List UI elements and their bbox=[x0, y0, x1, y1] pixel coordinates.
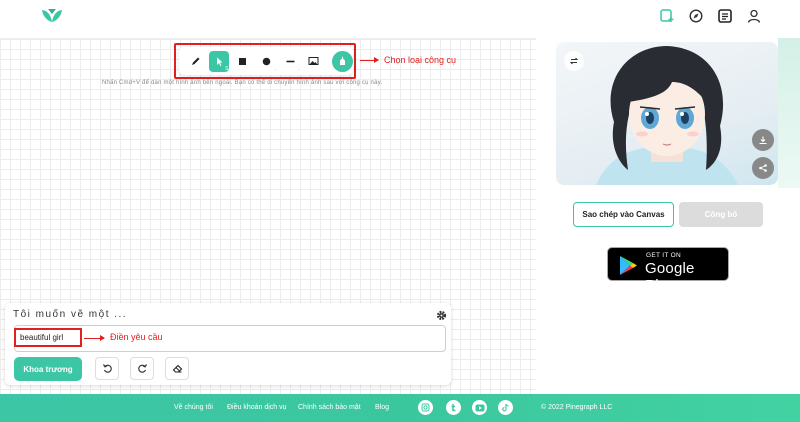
circle-tool[interactable]: . bbox=[256, 51, 277, 72]
footer: Về chúng tôi Điều khoản dịch vụ Chính sá… bbox=[0, 394, 800, 422]
generated-image-preview bbox=[556, 42, 778, 185]
swap-icon bbox=[569, 57, 579, 65]
toolbar-annotation: Chọn loại công cụ bbox=[384, 55, 457, 65]
generate-button[interactable]: Khoa trương bbox=[14, 357, 82, 381]
copyright: © 2022 Pinegraph LLC bbox=[541, 404, 613, 411]
tiktok-icon[interactable] bbox=[498, 400, 513, 415]
anime-girl-image bbox=[596, 46, 738, 185]
circle-tool-shortcut: . bbox=[274, 65, 276, 72]
swap-button[interactable] bbox=[564, 51, 584, 71]
download-button[interactable] bbox=[752, 129, 774, 151]
user-icon[interactable] bbox=[746, 8, 762, 24]
redo-button[interactable] bbox=[130, 357, 154, 380]
prompt-input-value: beautiful girl bbox=[20, 333, 64, 342]
instagram-icon[interactable] bbox=[418, 400, 433, 415]
footer-link-terms[interactable]: Điều khoản dịch vụ bbox=[227, 404, 287, 411]
redo-icon bbox=[137, 364, 147, 373]
prompt-title: Tôi muốn vẽ một ... bbox=[13, 309, 128, 320]
side-decoration bbox=[778, 38, 800, 188]
line-tool[interactable]: . bbox=[280, 51, 301, 72]
footer-link-privacy[interactable]: Chính sách bảo mật bbox=[298, 404, 361, 411]
footer-link-blog[interactable]: Blog bbox=[375, 404, 389, 411]
undo-button[interactable] bbox=[95, 357, 119, 380]
fill-tool[interactable] bbox=[332, 50, 354, 72]
gear-icon[interactable] bbox=[436, 308, 447, 321]
tumblr-icon[interactable] bbox=[446, 400, 461, 415]
google-play-badge[interactable]: GET IT ON Google Play bbox=[607, 247, 729, 294]
youtube-icon[interactable] bbox=[472, 400, 487, 415]
canvas-hint: Nhấn Cmd+V để dán một hình ảnh bên ngoài… bbox=[102, 80, 383, 86]
select-tool-shortcut: S bbox=[225, 65, 229, 72]
tool-toolbar: S . . bbox=[179, 47, 354, 75]
select-tool[interactable]: S bbox=[208, 50, 230, 72]
google-play-small-text: GET IT ON bbox=[646, 252, 681, 259]
share-button[interactable] bbox=[752, 157, 774, 179]
eraser-button[interactable] bbox=[165, 357, 189, 380]
google-play-icon bbox=[620, 256, 637, 275]
download-icon bbox=[759, 136, 767, 145]
undo-icon bbox=[102, 364, 112, 373]
explore-icon[interactable] bbox=[688, 8, 704, 24]
pencil-tool[interactable] bbox=[185, 51, 206, 72]
new-canvas-icon[interactable] bbox=[659, 8, 675, 24]
toolbar-annotation-arrow bbox=[360, 57, 379, 63]
line-tool-shortcut: . bbox=[298, 65, 300, 72]
footer-link-about[interactable]: Về chúng tôi bbox=[174, 404, 213, 411]
input-annotation-arrow bbox=[84, 335, 105, 341]
image-tool[interactable] bbox=[304, 51, 325, 72]
copy-to-canvas-button[interactable]: Sao chép vào Canvas bbox=[573, 202, 674, 227]
rectangle-tool[interactable] bbox=[232, 51, 253, 72]
share-icon bbox=[759, 164, 767, 172]
logo-icon[interactable] bbox=[40, 8, 64, 24]
eraser-icon bbox=[172, 364, 182, 373]
publish-button[interactable]: Công bố bbox=[679, 202, 763, 227]
google-play-big-text: Google Play bbox=[645, 260, 695, 294]
input-annotation: Điền yêu cầu bbox=[110, 332, 163, 342]
gallery-icon[interactable] bbox=[717, 8, 733, 24]
header bbox=[0, 0, 800, 38]
